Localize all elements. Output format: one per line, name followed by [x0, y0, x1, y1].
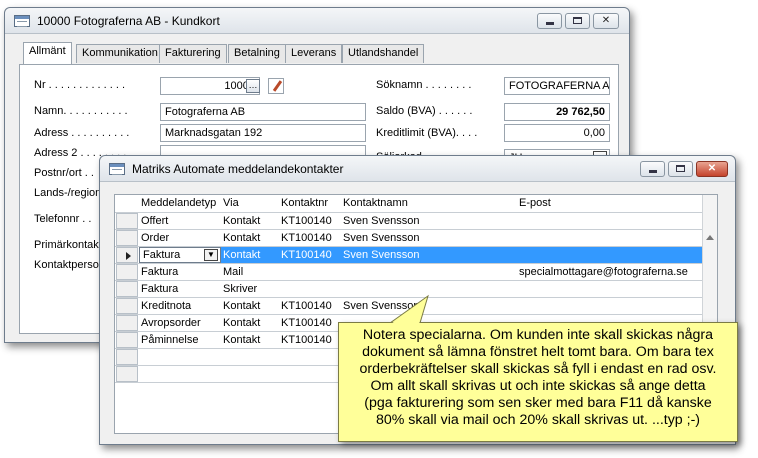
cell-nr[interactable]: KT100140 [281, 332, 332, 348]
maximize-icon [676, 165, 685, 172]
label-kontaktperson: Kontaktperson [34, 259, 105, 271]
adress-field[interactable]: Marknadsgatan 192 [160, 124, 366, 142]
callout-line: orderbekräftelser skall skickas så fyll … [359, 361, 717, 377]
cell-typ[interactable]: Avropsorder [141, 315, 201, 331]
pencil-icon[interactable] [268, 78, 284, 94]
label-primarkontakt: Primärkontakt [34, 239, 102, 251]
row-selector[interactable] [116, 366, 138, 382]
row-selector-current[interactable] [116, 247, 138, 263]
label-namn: Namn. . . . . . . . . . . [34, 105, 128, 117]
row-selector[interactable] [116, 230, 138, 246]
close-icon: ✕ [601, 15, 611, 26]
kreditlimit-field[interactable]: 0,00 [504, 124, 610, 142]
label-adress: Adress . . . . . . . . . . [34, 127, 130, 139]
tab-allmant[interactable]: Allmänt [23, 42, 72, 64]
cell-epost[interactable]: specialmottagare@fotograferna.se [519, 264, 688, 280]
cell-typ[interactable]: Kreditnota [141, 298, 191, 314]
label-nr: Nr . . . . . . . . . . . . . [34, 79, 126, 91]
label-telefon: Telefonnr . . [34, 213, 92, 225]
cell-namn[interactable]: Sven Svensson [343, 213, 419, 229]
close-button[interactable]: ✕ [593, 13, 619, 29]
label-saldo: Saldo (BVA) . . . . . . [376, 105, 473, 117]
cell-typ[interactable]: Offert [141, 213, 168, 229]
maximize-icon [573, 17, 582, 24]
tab-betalning[interactable]: Betalning [228, 44, 286, 63]
minimize-button[interactable] [537, 13, 562, 29]
col-kontaktnamn[interactable]: Kontaktnamn [343, 197, 408, 209]
cell-via[interactable]: Kontakt [223, 298, 260, 314]
tab-kommunikation[interactable]: Kommunikation [76, 44, 164, 63]
label-land: Lands-/regionl [34, 187, 104, 199]
minimize-icon [545, 22, 554, 25]
row-selector[interactable] [116, 298, 138, 314]
cell-via[interactable]: Kontakt [223, 332, 260, 348]
minimize-icon [648, 170, 657, 173]
col-kontaktnr[interactable]: Kontaktnr [281, 197, 328, 209]
cell-nr[interactable]: KT100140 [281, 230, 332, 246]
close-button[interactable]: ✕ [696, 161, 728, 177]
col-meddelandetyp[interactable]: Meddelandetyp [141, 197, 216, 209]
col-epost[interactable]: E-post [519, 197, 551, 209]
tab-utlandshandel[interactable]: Utlandshandel [342, 44, 425, 63]
cell-namn[interactable]: Sven Svensson [343, 230, 419, 246]
col-via[interactable]: Via [223, 197, 239, 209]
label-postnr-ort: Postnr/ort . . [34, 167, 94, 179]
tab-leverans[interactable]: Leverans [285, 44, 343, 63]
label-soknamn: Söknamn . . . . . . . . [376, 79, 472, 91]
row-selector[interactable] [116, 315, 138, 331]
namn-field[interactable]: Fotograferna AB [160, 103, 366, 121]
annotation-callout: Notera specialarna. Om kunden inte skall… [338, 322, 738, 442]
cell-typ[interactable]: Påminnelse [141, 332, 198, 348]
scroll-up-icon[interactable] [706, 235, 714, 240]
cell-typ[interactable]: Faktura [143, 247, 180, 263]
tab-fakturering[interactable]: Fakturering [159, 44, 227, 63]
callout-line: Om allt skall skrivas ut och inte skicka… [370, 378, 706, 394]
cell-typ[interactable]: Order [141, 230, 169, 246]
callout-line: dokument så lämna fönstret helt tomt bar… [362, 344, 714, 360]
cell-typ[interactable]: Faktura [141, 264, 178, 280]
cell-via[interactable]: Mail [223, 264, 243, 280]
row-selector[interactable] [116, 332, 138, 348]
cell-nr[interactable]: KT100140 [281, 213, 332, 229]
message-contacts-title: Matriks Automate meddelandekontakter [132, 162, 344, 176]
cell-via[interactable]: Kontakt [223, 213, 260, 229]
cell-via[interactable]: Kontakt [223, 315, 260, 331]
cell-nr[interactable]: KT100140 [281, 315, 332, 331]
maximize-button[interactable] [565, 13, 590, 29]
cell-nr[interactable]: KT100140 [281, 298, 332, 314]
cell-namn[interactable]: Sven Svensson [343, 247, 419, 263]
cell-via[interactable]: Kontakt [223, 247, 260, 263]
cell-namn[interactable]: Sven Svensson [343, 298, 419, 314]
close-icon: ✕ [707, 163, 717, 174]
card-window-icon [14, 15, 30, 27]
row-selector[interactable] [116, 213, 138, 229]
nr-field[interactable]: 10000 [160, 77, 260, 95]
row-pointer-icon [126, 252, 131, 260]
lookup-ellipsis-icon[interactable]: … [246, 79, 260, 93]
maximize-button[interactable] [668, 161, 693, 177]
customer-card-titlebar[interactable]: 10000 Fotograferna AB - Kundkort ✕ [5, 8, 629, 34]
row-selector[interactable] [116, 349, 138, 365]
soknamn-field[interactable]: FOTOGRAFERNA AB [504, 77, 610, 95]
label-kreditlimit: Kreditlimit (BVA). . . . [376, 127, 478, 139]
callout-line: 80% skall via mail och 20% skall skrivas… [375, 412, 701, 428]
row-selector[interactable] [116, 281, 138, 297]
customer-card-title: 10000 Fotograferna AB - Kundkort [37, 14, 220, 28]
minimize-button[interactable] [640, 161, 665, 177]
callout-line: Notera specialarna. Om kunden inte skall… [362, 327, 714, 343]
cell-nr[interactable]: KT100140 [281, 247, 332, 263]
callout-line: (pga fakturering som sen sker med bara F… [364, 395, 712, 411]
card-window-icon [109, 163, 125, 175]
row-selector[interactable] [116, 264, 138, 280]
cell-typ[interactable]: Faktura [141, 281, 178, 297]
saldo-field[interactable]: 29 762,50 [504, 103, 610, 121]
dropdown-arrow-icon[interactable]: ▼ [204, 249, 218, 261]
message-contacts-titlebar[interactable]: Matriks Automate meddelandekontakter ✕ [100, 156, 735, 182]
cell-via[interactable]: Skriver [223, 281, 257, 297]
cell-via[interactable]: Kontakt [223, 230, 260, 246]
